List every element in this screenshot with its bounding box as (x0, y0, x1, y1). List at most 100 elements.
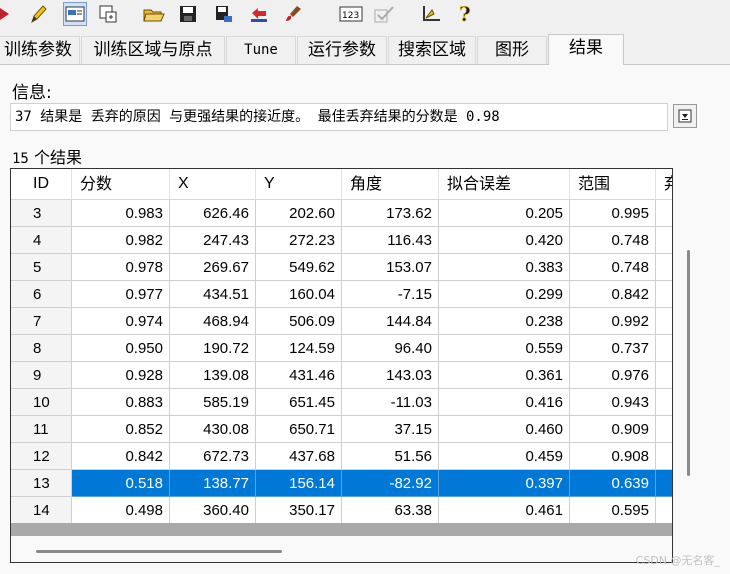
open-folder-icon[interactable] (142, 2, 166, 26)
horizontal-scrollbar[interactable] (11, 536, 672, 562)
x-cell[interactable]: 190.72 (170, 335, 256, 362)
range-cell[interactable]: 0.908 (570, 443, 656, 470)
row-id-cell[interactable]: 11 (11, 416, 72, 443)
row-id-cell[interactable]: 13 (11, 470, 72, 497)
measure-icon[interactable] (419, 2, 443, 26)
range-cell[interactable]: 0.943 (570, 389, 656, 416)
angle-cell[interactable]: 116.43 (342, 227, 439, 254)
info-expand-button[interactable] (673, 104, 697, 128)
y-cell[interactable]: 202.60 (256, 200, 342, 227)
score-cell[interactable]: 0.974 (72, 308, 170, 335)
fit-error-cell[interactable]: 0.299 (439, 281, 570, 308)
angle-cell[interactable]: 96.40 (342, 335, 439, 362)
x-cell[interactable]: 434.51 (170, 281, 256, 308)
x-cell[interactable]: 626.46 (170, 200, 256, 227)
angle-cell[interactable]: -7.15 (342, 281, 439, 308)
play-icon[interactable] (0, 2, 16, 26)
discard-cell[interactable] (656, 389, 672, 416)
range-cell[interactable]: 0.748 (570, 227, 656, 254)
y-cell[interactable]: 431.46 (256, 362, 342, 389)
angle-cell[interactable]: 143.03 (342, 362, 439, 389)
numbers-icon[interactable]: 123 (339, 2, 363, 26)
score-cell[interactable]: 0.928 (72, 362, 170, 389)
range-cell[interactable]: 0.992 (570, 308, 656, 335)
y-cell[interactable]: 156.14 (256, 470, 342, 497)
fit-error-cell[interactable]: 0.397 (439, 470, 570, 497)
discard-cell[interactable] (656, 308, 672, 335)
range-cell[interactable]: 0.595 (570, 497, 656, 524)
y-cell[interactable]: 651.45 (256, 389, 342, 416)
fit-error-cell[interactable]: 0.559 (439, 335, 570, 362)
y-cell[interactable]: 124.59 (256, 335, 342, 362)
row-id-cell[interactable]: 10 (11, 389, 72, 416)
score-cell[interactable]: 0.978 (72, 254, 170, 281)
x-cell[interactable]: 269.67 (170, 254, 256, 281)
x-cell[interactable]: 672.73 (170, 443, 256, 470)
pencil-icon[interactable] (26, 2, 50, 26)
range-cell[interactable]: 0.842 (570, 281, 656, 308)
info-text-field[interactable]: 37 结果是 丢弃的原因 与更强结果的接近度。 最佳丢弃结果的分数是 0.98 (10, 103, 668, 131)
table-row-selected[interactable]: 13 0.518 138.77 156.14 -82.92 0.397 0.639 (11, 470, 672, 497)
table-row[interactable]: 8 0.950 190.72 124.59 96.40 0.559 0.737 (11, 335, 672, 362)
brush-icon[interactable] (282, 2, 306, 26)
discard-cell[interactable] (656, 362, 672, 389)
tab-train-region-origin[interactable]: 训练区域与原点 (81, 36, 225, 64)
discard-cell[interactable] (656, 443, 672, 470)
table-row[interactable]: 6 0.977 434.51 160.04 -7.15 0.299 0.842 (11, 281, 672, 308)
table-row[interactable]: 10 0.883 585.19 651.45 -11.03 0.416 0.943 (11, 389, 672, 416)
y-cell[interactable]: 160.04 (256, 281, 342, 308)
table-row[interactable]: 7 0.974 468.94 506.09 144.84 0.238 0.992 (11, 308, 672, 335)
vertical-scroll-thumb[interactable] (687, 250, 690, 476)
score-cell[interactable]: 0.518 (72, 470, 170, 497)
angle-cell[interactable]: 144.84 (342, 308, 439, 335)
row-id-cell[interactable]: 5 (11, 254, 72, 281)
fit-error-cell[interactable]: 0.205 (439, 200, 570, 227)
row-id-cell[interactable]: 3 (11, 200, 72, 227)
angle-cell[interactable]: -11.03 (342, 389, 439, 416)
range-cell[interactable]: 0.748 (570, 254, 656, 281)
angle-cell[interactable]: 153.07 (342, 254, 439, 281)
column-header-x[interactable]: X (170, 169, 256, 199)
discard-cell[interactable] (656, 200, 672, 227)
help-icon[interactable]: ? (453, 2, 477, 26)
score-cell[interactable]: 0.498 (72, 497, 170, 524)
tab-graphics[interactable]: 图形 (477, 36, 547, 64)
range-cell[interactable]: 0.639 (570, 470, 656, 497)
undo-icon[interactable] (247, 2, 271, 26)
fit-error-cell[interactable]: 0.238 (439, 308, 570, 335)
range-cell[interactable]: 0.995 (570, 200, 656, 227)
range-cell[interactable]: 0.737 (570, 335, 656, 362)
score-cell[interactable]: 0.950 (72, 335, 170, 362)
fit-error-cell[interactable]: 0.383 (439, 254, 570, 281)
row-id-cell[interactable]: 14 (11, 497, 72, 524)
row-id-cell[interactable]: 8 (11, 335, 72, 362)
angle-cell[interactable]: 37.15 (342, 416, 439, 443)
column-header-y[interactable]: Y (256, 169, 342, 199)
row-id-cell[interactable]: 7 (11, 308, 72, 335)
table-row[interactable]: 4 0.982 247.43 272.23 116.43 0.420 0.748 (11, 227, 672, 254)
tab-run-params[interactable]: 运行参数 (297, 36, 387, 64)
row-id-cell[interactable]: 9 (11, 362, 72, 389)
discard-cell[interactable] (656, 416, 672, 443)
discard-cell[interactable] (656, 497, 672, 524)
y-cell[interactable]: 272.23 (256, 227, 342, 254)
tab-search-region[interactable]: 搜索区域 (388, 36, 476, 64)
score-cell[interactable]: 0.852 (72, 416, 170, 443)
row-id-cell[interactable]: 6 (11, 281, 72, 308)
tab-train-params[interactable]: 训练参数 (0, 36, 80, 64)
column-header-range[interactable]: 范围 (570, 169, 656, 199)
x-cell[interactable]: 585.19 (170, 389, 256, 416)
fit-error-cell[interactable]: 0.420 (439, 227, 570, 254)
y-cell[interactable]: 549.62 (256, 254, 342, 281)
save-icon[interactable] (176, 2, 200, 26)
table-row[interactable]: 9 0.928 139.08 431.46 143.03 0.361 0.976 (11, 362, 672, 389)
table-row[interactable]: 5 0.978 269.67 549.62 153.07 0.383 0.748 (11, 254, 672, 281)
x-cell[interactable]: 247.43 (170, 227, 256, 254)
fit-error-cell[interactable]: 0.460 (439, 416, 570, 443)
range-cell[interactable]: 0.976 (570, 362, 656, 389)
score-cell[interactable]: 0.982 (72, 227, 170, 254)
column-header-angle[interactable]: 角度 (342, 169, 439, 199)
fit-error-cell[interactable]: 0.459 (439, 443, 570, 470)
y-cell[interactable]: 506.09 (256, 308, 342, 335)
fit-error-cell[interactable]: 0.461 (439, 497, 570, 524)
